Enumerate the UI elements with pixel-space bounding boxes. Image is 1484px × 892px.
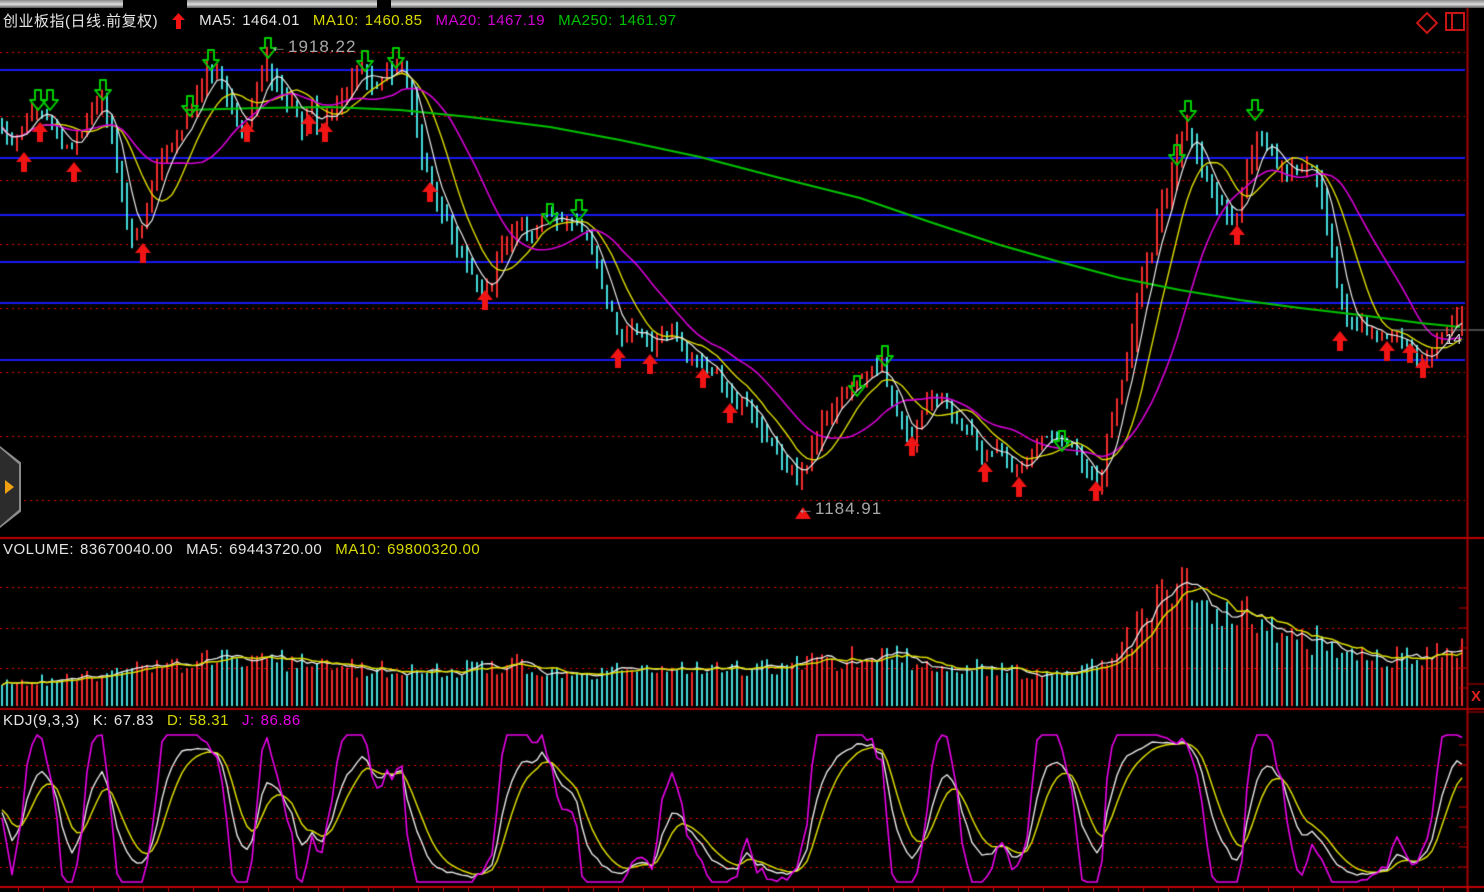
split-window-divider [1451,14,1453,29]
expand-right-arrow-icon [5,480,14,494]
close-indicator-button[interactable]: X [1471,688,1481,706]
window-top-strip [0,0,1484,8]
trading-app-window: 创业板指(日线.前复权) MA5:1464.01 MA10:1460.85 MA… [0,0,1484,892]
top-strip-gap [377,0,391,8]
chart-canvas[interactable] [0,0,1484,892]
diamond-icon[interactable] [1416,11,1439,34]
split-window-icon[interactable] [1445,12,1465,31]
top-strip-gap [123,0,187,8]
